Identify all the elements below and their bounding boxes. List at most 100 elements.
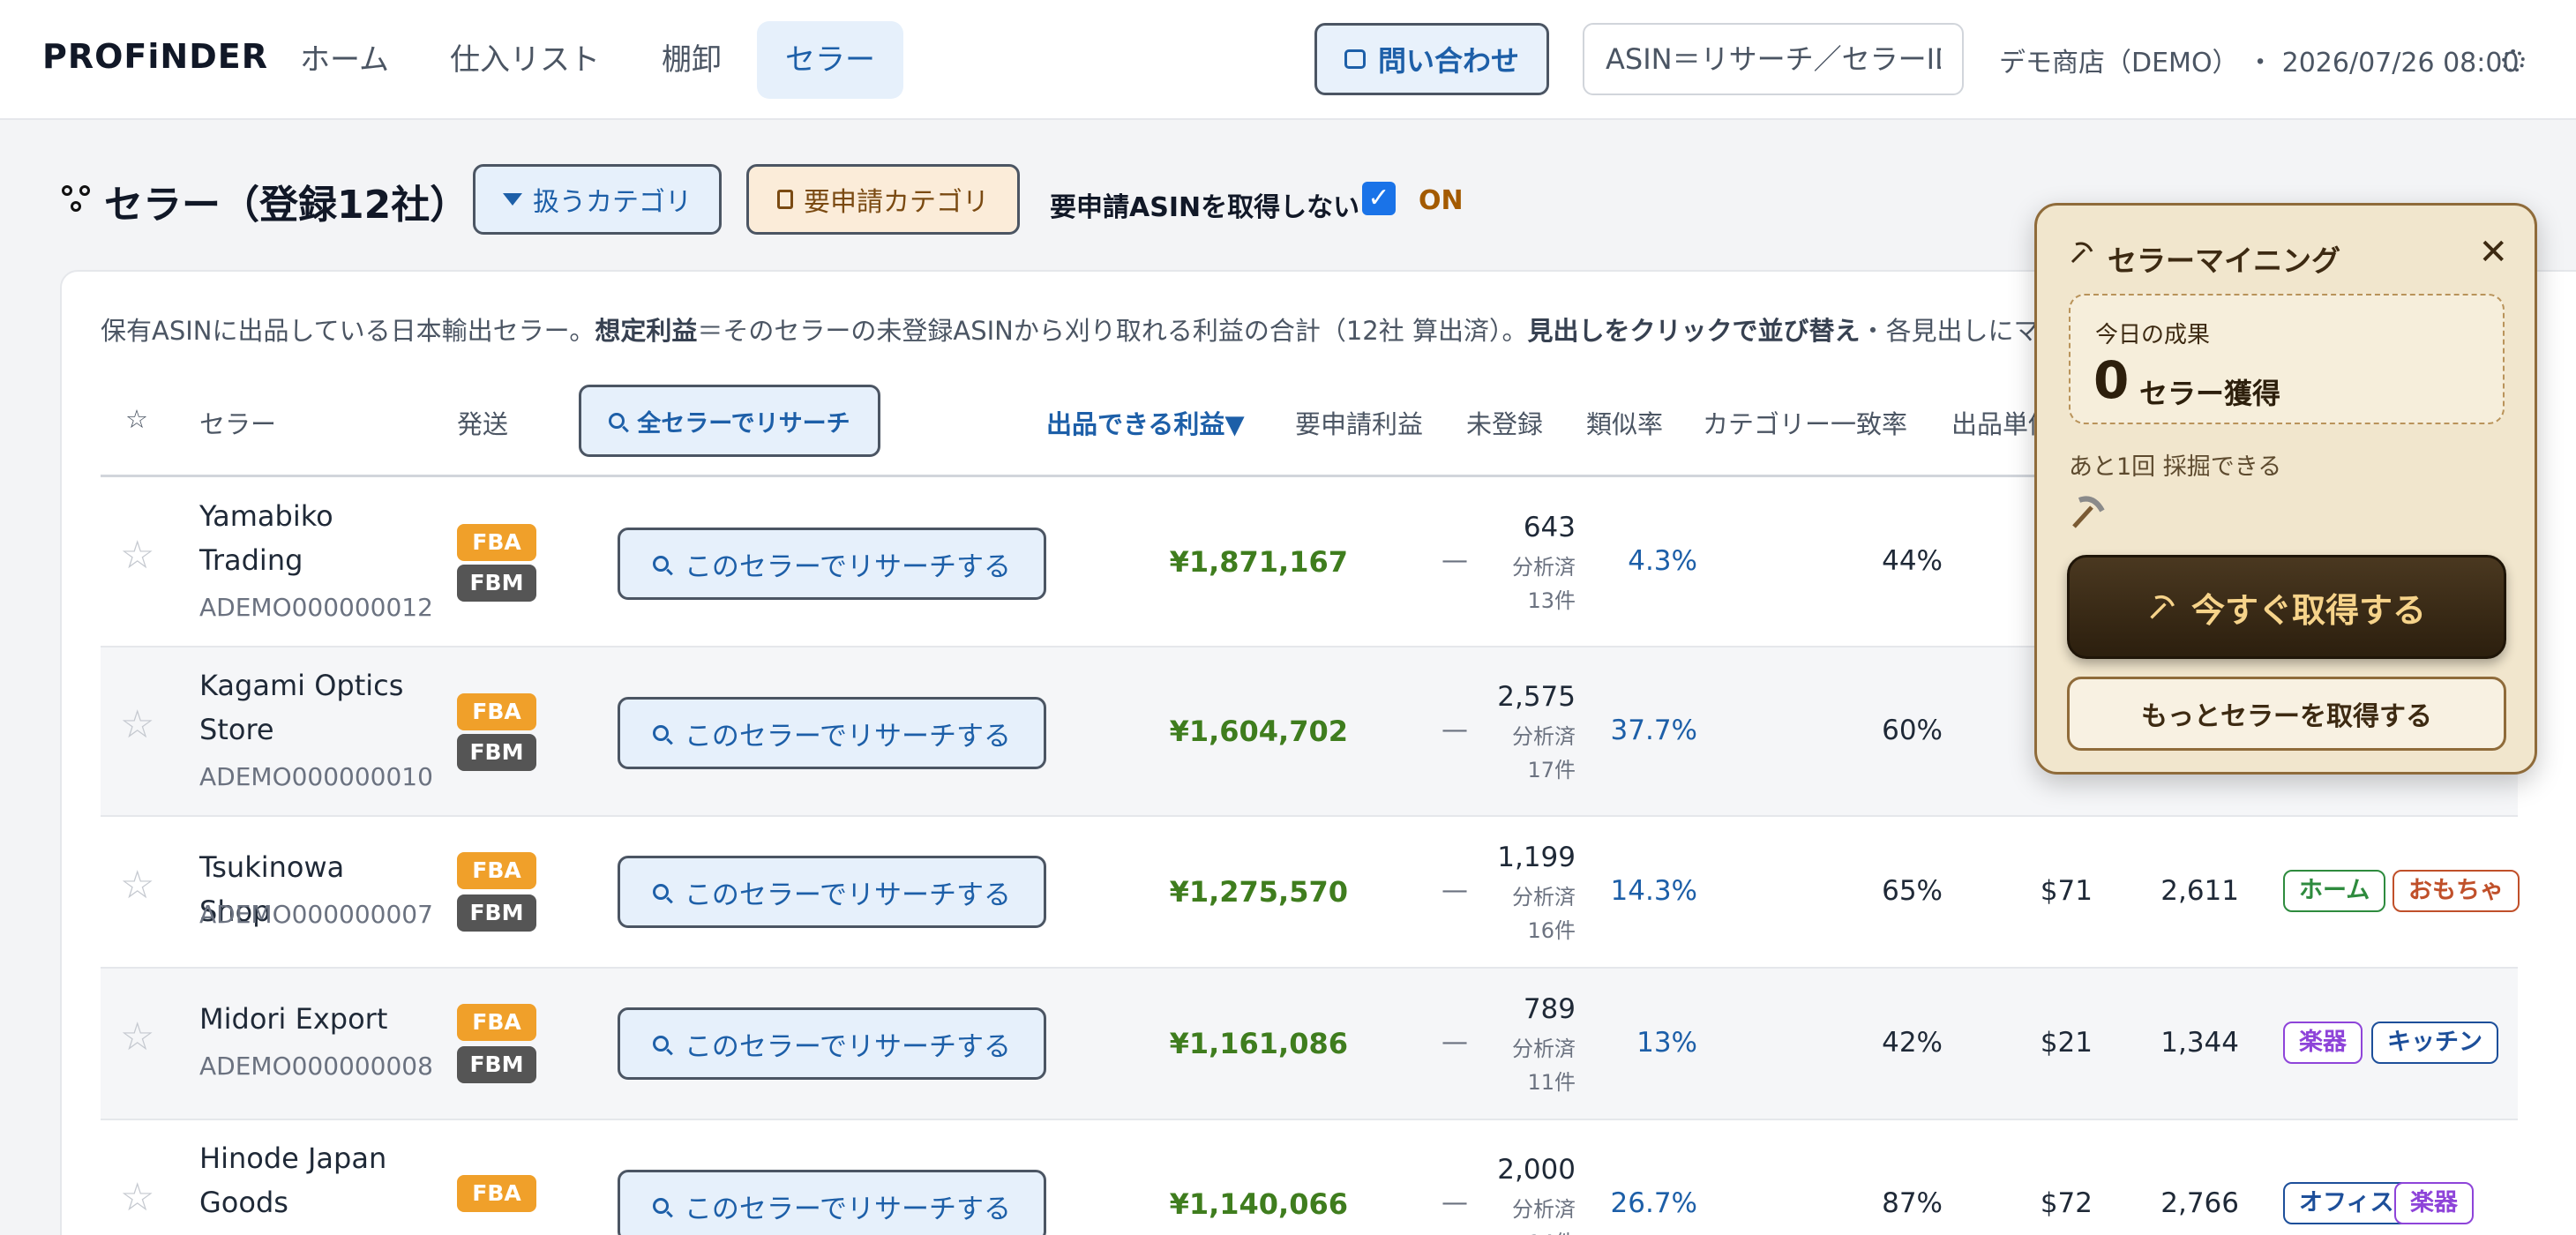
result-label: 今日の成果 — [2095, 322, 2211, 348]
favorite-star-icon[interactable]: ☆ — [120, 863, 154, 908]
fba-badge: FBA — [457, 693, 536, 730]
unregistered-count: 2,575 — [1497, 681, 1576, 713]
table-row: ☆ Tsukinowa Shop ADEMO000000007 FBA FBM … — [101, 817, 2520, 969]
search-icon — [652, 725, 669, 741]
seller-name[interactable]: Kagami Optics Store — [199, 663, 420, 752]
analyzed-count: 16件 — [1527, 918, 1576, 943]
seller-id: ADEMO000000008 — [199, 1052, 433, 1081]
search-icon — [652, 1036, 669, 1052]
research-seller-button[interactable]: このセラーでリサーチする — [618, 697, 1046, 769]
research-seller-label: このセラーでリサーチする — [684, 1030, 1012, 1063]
category-match-value: 44% — [1882, 545, 1943, 577]
research-seller-button[interactable]: このセラーでリサーチする — [618, 528, 1046, 600]
similarity-value[interactable]: 14.3% — [1611, 875, 1697, 907]
brand-logo[interactable]: PROFiNDER — [42, 37, 268, 76]
seller-id: ADEMO000000012 — [199, 593, 433, 622]
approval-profit-value: — — [1442, 1027, 1468, 1058]
header-approval-profit[interactable]: 要申請利益 — [1295, 404, 1423, 441]
favorite-star-icon[interactable]: ☆ — [120, 702, 154, 747]
result-unit: セラー獲得 — [2139, 377, 2281, 410]
chat-icon — [1344, 49, 1366, 69]
nav-tab-inventory[interactable]: 棚卸 — [633, 21, 750, 99]
search-icon — [652, 884, 669, 900]
approval-category-button[interactable]: 要申請カテゴリ — [746, 164, 1020, 235]
header-unregistered[interactable]: 未登録 — [1466, 404, 1543, 441]
gear-icon[interactable] — [2502, 49, 2525, 72]
fbm-badge: FBM — [457, 1046, 536, 1083]
category-tag[interactable]: 楽器 — [2394, 1182, 2474, 1224]
favorite-star-icon[interactable]: ☆ — [120, 533, 154, 578]
fbm-badge: FBM — [457, 894, 536, 932]
research-seller-button[interactable]: このセラーでリサーチする — [618, 1170, 1046, 1235]
nav-tab-home[interactable]: ホーム — [272, 21, 417, 99]
analyzed-count: 17件 — [1527, 758, 1576, 782]
get-more-sellers-button[interactable]: もっとセラーを取得する — [2067, 677, 2506, 751]
unit-price-value: $72 — [2040, 1187, 2093, 1219]
research-seller-label: このセラーでリサーチする — [684, 879, 1012, 911]
result-count: 0 — [2093, 350, 2130, 410]
category-tag[interactable]: オフィス — [2283, 1182, 2410, 1224]
seller-name[interactable]: Midori Export — [199, 997, 420, 1041]
contact-label: 問い合わせ — [1377, 44, 1519, 78]
remaining-attempts: あと1回 採掘できる — [2069, 453, 2282, 481]
nav-tab-purchase-list[interactable]: 仕入リスト — [422, 21, 628, 99]
category-tag[interactable]: キッチン — [2371, 1022, 2498, 1064]
pickaxe-icon — [2150, 595, 2175, 619]
skip-approval-label: 要申請ASINを取得しない — [1050, 192, 1360, 223]
approval-category-label: 要申請カテゴリ — [804, 187, 989, 218]
top-nav: PROFiNDER ホーム 仕入リスト 棚卸 セラー 問い合わせ デモ商店（DE… — [0, 0, 2576, 120]
seller-name[interactable]: Yamabiko Trading — [199, 494, 420, 582]
similarity-value[interactable]: 13% — [1636, 1027, 1697, 1059]
category-filter-label: 扱うカテゴリ — [533, 187, 692, 218]
fba-badge: FBA — [457, 1175, 536, 1212]
category-tag[interactable]: おもちゃ — [2393, 870, 2520, 912]
seller-id: ADEMO000000007 — [199, 900, 433, 929]
approval-profit-value: — — [1442, 1187, 1468, 1218]
favorite-star-icon[interactable]: ☆ — [120, 1175, 154, 1220]
header-profit[interactable]: 出品できる利益▼ — [1046, 404, 1245, 441]
seller-name[interactable]: Hinode Japan Goods — [199, 1136, 420, 1224]
asin-search-input[interactable] — [1583, 23, 1964, 95]
category-match-value: 87% — [1882, 1187, 1943, 1219]
table-row: ☆ Hinode Japan Goods FBA このセラーでリサーチする ¥1… — [101, 1120, 2518, 1235]
profit-value: ¥1,140,066 — [1169, 1187, 1348, 1221]
similarity-value[interactable]: 4.3% — [1628, 545, 1697, 577]
listing-count-value: 2,611 — [2160, 875, 2239, 907]
analyzed-label: 分析済 — [1512, 1197, 1576, 1222]
research-seller-button[interactable]: このセラーでリサーチする — [618, 856, 1046, 928]
profit-value: ¥1,604,702 — [1169, 715, 1348, 748]
approval-profit-value: — — [1442, 875, 1468, 906]
contact-button[interactable]: 問い合わせ — [1314, 23, 1549, 95]
table-row: ☆ Midori Export ADEMO000000008 FBA FBM こ… — [101, 969, 2518, 1120]
header-similarity[interactable]: 類似率 — [1586, 404, 1663, 441]
category-tag[interactable]: ホーム — [2283, 870, 2386, 912]
research-seller-button[interactable]: このセラーでリサーチする — [618, 1007, 1046, 1080]
profit-value: ¥1,871,167 — [1169, 545, 1348, 579]
category-tag[interactable]: 楽器 — [2283, 1022, 2363, 1064]
nav-tab-sellers[interactable]: セラー — [757, 21, 903, 99]
category-match-value: 60% — [1882, 715, 1943, 746]
favorite-star-icon[interactable]: ☆ — [120, 1014, 154, 1059]
similarity-value[interactable]: 37.7% — [1611, 715, 1697, 746]
category-match-value: 65% — [1882, 875, 1943, 907]
header-seller[interactable]: セラー — [199, 404, 276, 441]
similarity-value[interactable]: 26.7% — [1611, 1187, 1697, 1219]
document-icon — [777, 190, 793, 209]
research-all-sellers-button[interactable]: 全セラーでリサーチ — [579, 385, 880, 457]
page-title: セラー（登録12社） — [104, 183, 469, 228]
panel-title: セラーマイニング — [2108, 243, 2340, 278]
category-filter-button[interactable]: 扱うカテゴリ — [473, 164, 722, 235]
fbm-badge: FBM — [457, 565, 536, 602]
listing-count-value: 2,766 — [2160, 1187, 2239, 1219]
close-icon[interactable]: ✕ — [2478, 232, 2508, 273]
analyzed-count: 13件 — [1527, 588, 1576, 613]
mine-now-label: 今すぐ取得する — [2190, 590, 2426, 630]
approval-profit-value: — — [1442, 545, 1468, 576]
mine-now-button[interactable]: 今すぐ取得する — [2067, 555, 2506, 659]
header-category-match[interactable]: カテゴリー一致率 — [1703, 404, 1907, 441]
skip-approval-state: ON — [1419, 185, 1464, 216]
header-star[interactable]: ☆ — [125, 404, 148, 434]
skip-approval-checkbox[interactable]: ✓ — [1362, 182, 1396, 215]
search-icon — [652, 1198, 669, 1214]
header-shipping[interactable]: 発送 — [457, 404, 508, 441]
